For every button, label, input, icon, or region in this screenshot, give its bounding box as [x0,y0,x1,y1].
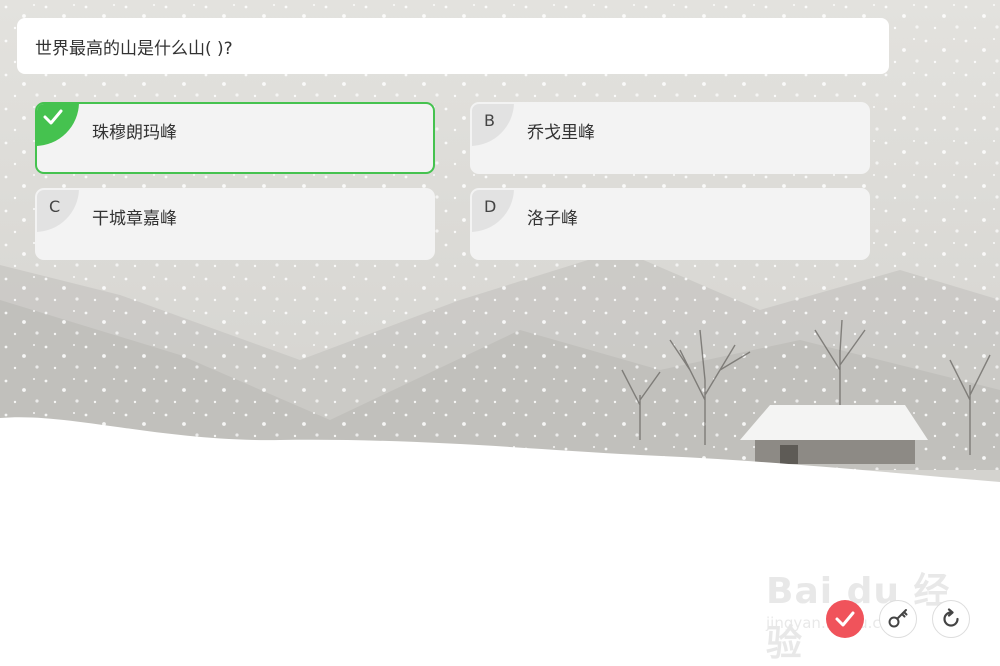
question-text: 世界最高的山是什么山( )? [35,38,233,59]
check-icon [43,109,63,125]
option-b-text: 乔戈里峰 [527,123,595,143]
check-icon [835,611,855,627]
snowy-cabin [740,405,928,464]
check-answer-button[interactable] [826,600,864,638]
option-a-text: 珠穆朗玛峰 [92,123,177,143]
key-icon [888,609,908,628]
option-b[interactable]: B 乔戈里峰 [470,102,870,174]
option-c-text: 干城章嘉峰 [92,209,177,229]
winter-scene-background [0,0,1000,658]
option-a[interactable]: 珠穆朗玛峰 [35,102,435,174]
option-c-letter: C [37,190,79,232]
option-b-letter: B [472,104,514,146]
check-badge [37,104,79,146]
refresh-icon [943,608,959,627]
option-c[interactable]: C 干城章嘉峰 [35,188,435,260]
reset-button[interactable] [932,600,970,638]
question-bar: 世界最高的山是什么山( )? [17,18,889,74]
show-answer-button[interactable] [879,600,917,638]
option-d-letter: D [472,190,514,232]
option-d[interactable]: D 洛子峰 [470,188,870,260]
option-d-text: 洛子峰 [527,209,578,229]
